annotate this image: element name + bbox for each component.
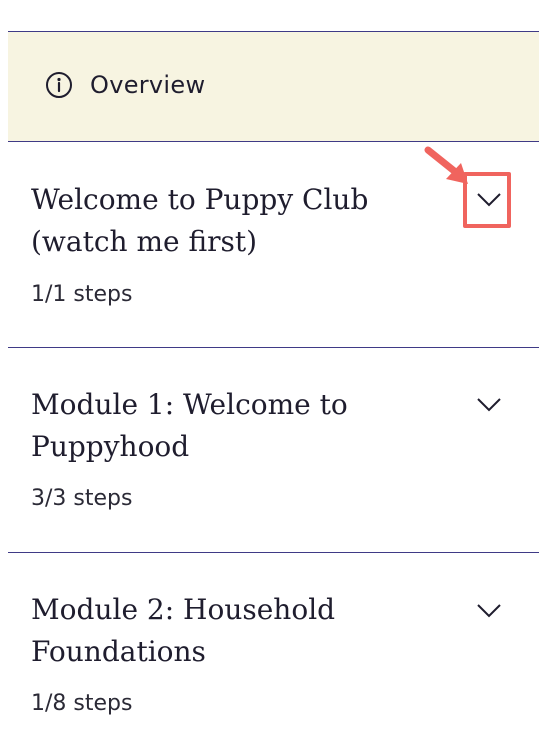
overview-section[interactable]: Overview xyxy=(8,31,539,142)
info-icon xyxy=(46,72,72,98)
module-steps: 1/1 steps xyxy=(31,282,133,307)
module-title: Welcome to Puppy Club (watch me first) xyxy=(31,179,411,263)
module-title-line-1: Module 2: Household xyxy=(31,593,336,626)
module-title: Module 1: Welcome to Puppyhood xyxy=(31,384,411,468)
module-title: Module 2: Household Foundations xyxy=(31,589,411,673)
pointer-arrow-icon xyxy=(424,146,468,184)
module-steps: 3/3 steps xyxy=(31,486,133,511)
overview-label: Overview xyxy=(90,71,206,99)
module-title-line-2: Puppyhood xyxy=(31,430,190,463)
module-title-line-2: Foundations xyxy=(31,635,206,668)
chevron-down-icon[interactable] xyxy=(475,596,503,624)
divider xyxy=(8,347,539,348)
module-title-line-1: Welcome to Puppy Club xyxy=(31,183,369,216)
divider xyxy=(8,552,539,553)
module-title-line-2: (watch me first) xyxy=(31,225,258,258)
overview-row[interactable]: Overview xyxy=(44,70,205,100)
chevron-down-icon[interactable] xyxy=(475,390,503,418)
module-steps: 1/8 steps xyxy=(31,691,133,716)
course-outline: Overview Welcome to Puppy Club (watch me… xyxy=(0,0,539,744)
module-title-line-1: Module 1: Welcome to xyxy=(31,388,348,421)
